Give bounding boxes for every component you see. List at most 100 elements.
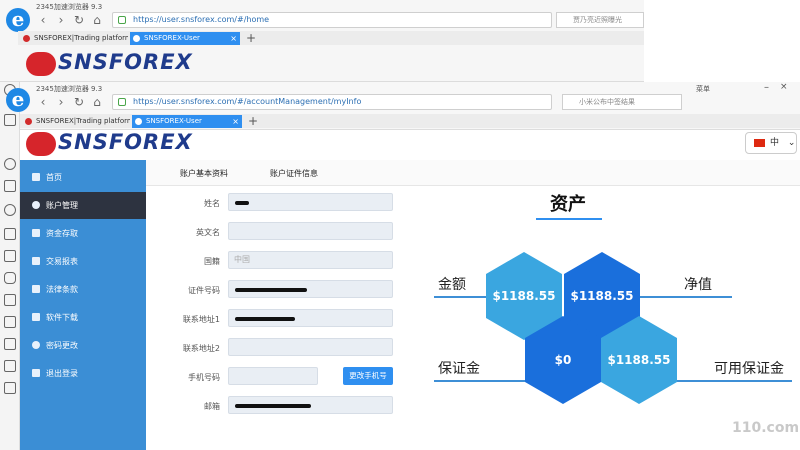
home-icon[interactable]: ⌂ bbox=[90, 13, 104, 27]
back-icon[interactable]: ‹ bbox=[36, 13, 50, 27]
equity-value: $1188.55 bbox=[570, 289, 633, 303]
history-icon[interactable] bbox=[4, 158, 16, 170]
amount-value: $1188.55 bbox=[492, 289, 555, 303]
back-tab-user[interactable]: SNSFOREX-User × bbox=[130, 32, 240, 45]
watermark-text: 110.com bbox=[732, 420, 800, 436]
sidebar-item-account[interactable]: 账户管理 bbox=[20, 192, 146, 219]
app-icon[interactable] bbox=[4, 228, 16, 240]
tab-label: SNSFOREX-User bbox=[146, 117, 202, 125]
close-window-icon[interactable]: × bbox=[780, 82, 788, 92]
favicon-icon bbox=[135, 118, 142, 125]
back-icon[interactable]: ‹ bbox=[36, 95, 50, 109]
amount-label: 金额 bbox=[438, 277, 466, 293]
film-icon[interactable] bbox=[4, 294, 16, 306]
nationality-field[interactable]: 中国 bbox=[228, 251, 393, 269]
favicon-icon bbox=[23, 35, 30, 42]
weibo-icon[interactable] bbox=[4, 204, 16, 216]
sidebar-item-logout[interactable]: 退出登录 bbox=[20, 360, 146, 387]
video-icon[interactable] bbox=[4, 250, 16, 262]
tab-basic-info[interactable]: 账户基本资料 bbox=[180, 168, 228, 179]
phone-field[interactable] bbox=[228, 367, 318, 385]
field-label-address2: 联系地址2 bbox=[182, 344, 220, 353]
lock-icon bbox=[32, 341, 40, 349]
margin-value: $0 bbox=[555, 353, 572, 367]
logout-icon bbox=[32, 369, 40, 377]
email-field[interactable] bbox=[228, 396, 393, 414]
address-bar[interactable]: https://user.snsforex.com/#/accountManag… bbox=[112, 94, 552, 110]
sidebar-item-download[interactable]: 软件下载 bbox=[20, 304, 146, 331]
tab-label: SNSFOREX|Trading platform bbox=[34, 34, 128, 42]
brand-name: SNSFOREX bbox=[58, 130, 193, 154]
brand-logo-icon bbox=[26, 132, 56, 156]
language-label: 中 bbox=[770, 138, 780, 148]
margin-label: 保证金 bbox=[438, 361, 480, 377]
wrench-icon bbox=[32, 285, 40, 293]
back-search-text: 贾乃亮近照曝光 bbox=[573, 16, 622, 24]
tab-id-info[interactable]: 账户证件信息 bbox=[270, 168, 318, 179]
redaction-scribble bbox=[235, 288, 307, 292]
sidebar-item-label: 账户管理 bbox=[46, 201, 78, 210]
field-label-address1: 联系地址1 bbox=[182, 315, 220, 324]
sidebar-item-funds[interactable]: 资金存取 bbox=[20, 220, 146, 247]
favicon-icon bbox=[133, 35, 140, 42]
new-tab-icon[interactable]: + bbox=[248, 115, 258, 128]
forward-icon[interactable]: › bbox=[54, 95, 68, 109]
refresh-icon[interactable]: ↻ bbox=[72, 95, 86, 109]
sidebar: 首页 账户管理 资金存取 交易报表 法律条款 软件下载 密码更改 退出登录 bbox=[20, 160, 146, 450]
back-address-bar[interactable]: https://user.snsforex.com/#/home bbox=[112, 12, 552, 28]
back-tab-trading[interactable]: SNSFOREX|Trading platform bbox=[20, 32, 128, 45]
address2-field[interactable] bbox=[228, 338, 393, 356]
tab-label: SNSFOREX-User bbox=[144, 34, 200, 42]
sidebar-item-label: 首页 bbox=[46, 173, 62, 182]
field-label-email: 邮箱 bbox=[204, 402, 220, 411]
menu-button[interactable]: 菜单 bbox=[696, 84, 710, 94]
profile-form: 姓名 英文名 国籍 中国 证件号码 联系地址1 联系地址2 手机号码 更改手机号… bbox=[160, 192, 400, 450]
sidebar-item-reports[interactable]: 交易报表 bbox=[20, 248, 146, 275]
news-icon[interactable] bbox=[4, 180, 16, 192]
available-margin-label: 可用保证金 bbox=[714, 361, 784, 377]
star-icon[interactable] bbox=[4, 114, 16, 126]
tab-user[interactable]: SNSFOREX-User × bbox=[132, 115, 242, 128]
sidebar-item-legal[interactable]: 法律条款 bbox=[20, 276, 146, 303]
address1-field[interactable] bbox=[228, 309, 393, 327]
tv-icon[interactable] bbox=[4, 316, 16, 328]
field-label-name: 姓名 bbox=[204, 199, 220, 208]
sidebar-item-label: 软件下载 bbox=[46, 313, 78, 322]
close-icon[interactable]: × bbox=[232, 115, 239, 128]
browser-logo-icon: e bbox=[6, 8, 30, 32]
site-page: SNSFOREX 中 ⌄ 首页 账户管理 资金存取 交易报表 法律条款 软件下载… bbox=[20, 130, 800, 450]
refresh-icon[interactable]: ↻ bbox=[72, 13, 86, 27]
tools-icon[interactable] bbox=[4, 382, 16, 394]
field-label-id-number: 证件号码 bbox=[188, 286, 220, 295]
browser-logo-icon: e bbox=[6, 88, 30, 112]
browser-title: 2345加速浏览器 9.3 bbox=[36, 3, 103, 11]
minimize-icon[interactable]: – bbox=[764, 82, 769, 93]
secure-lock-icon bbox=[118, 16, 126, 24]
tab-trading[interactable]: SNSFOREX|Trading platform bbox=[22, 115, 130, 128]
calculator-icon[interactable] bbox=[4, 338, 16, 350]
browser-title: 2345加速浏览器 9.3 bbox=[36, 85, 103, 93]
game-icon[interactable] bbox=[4, 272, 16, 284]
name-field[interactable] bbox=[228, 193, 393, 211]
change-phone-button[interactable]: 更改手机号 bbox=[343, 367, 393, 385]
redaction-scribble bbox=[235, 404, 311, 408]
sidebar-item-label: 退出登录 bbox=[46, 369, 78, 378]
sidebar-item-password[interactable]: 密码更改 bbox=[20, 332, 146, 359]
forward-icon[interactable]: › bbox=[54, 13, 68, 27]
new-tab-icon[interactable]: + bbox=[246, 32, 256, 45]
id-number-field[interactable] bbox=[228, 280, 393, 298]
secure-lock-icon bbox=[118, 98, 126, 106]
search-box[interactable]: 小米公布中签结果 bbox=[562, 94, 682, 110]
notes-icon[interactable] bbox=[4, 360, 16, 372]
back-search-box[interactable]: 贾乃亮近照曝光 bbox=[556, 12, 644, 28]
home-icon[interactable]: ⌂ bbox=[90, 95, 104, 109]
browser-side-panel bbox=[0, 82, 20, 450]
english-name-field[interactable] bbox=[228, 222, 393, 240]
china-flag-icon bbox=[754, 139, 765, 147]
sidebar-item-home[interactable]: 首页 bbox=[20, 164, 146, 191]
sidebar-item-label: 交易报表 bbox=[46, 257, 78, 266]
assets-title-underline bbox=[536, 218, 602, 220]
brand-logo-icon bbox=[26, 52, 56, 76]
language-select[interactable]: 中 ⌄ bbox=[745, 132, 797, 154]
close-icon[interactable]: × bbox=[230, 32, 237, 45]
